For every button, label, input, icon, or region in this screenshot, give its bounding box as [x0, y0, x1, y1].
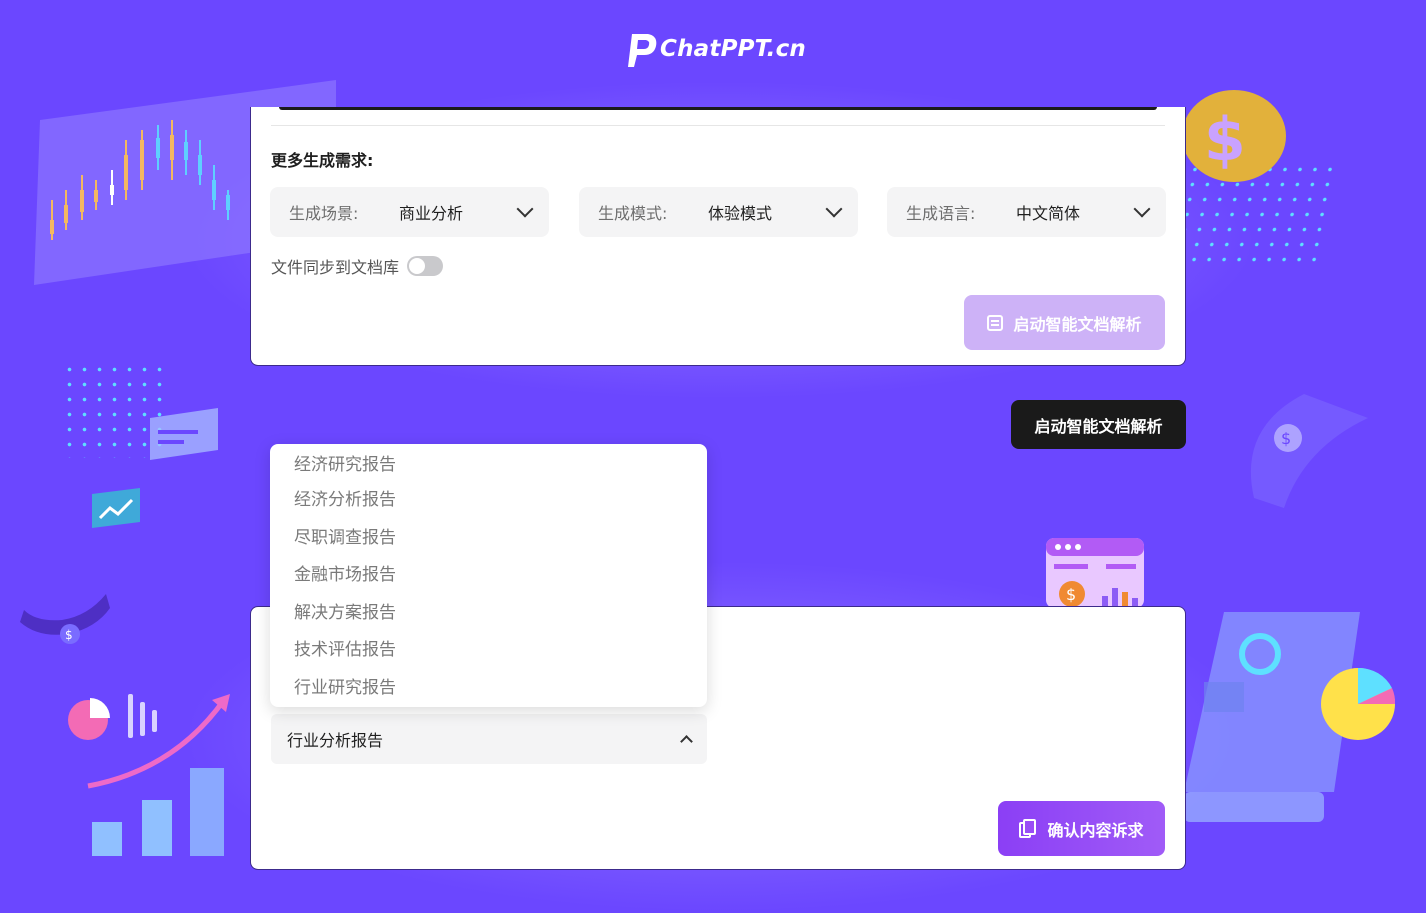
report-type-select[interactable]: 行业分析报告: [271, 714, 707, 764]
dropdown-option[interactable]: 解决方案报告: [270, 595, 707, 633]
start-parse-tooltip: 启动智能文档解析: [1011, 400, 1186, 449]
language-select[interactable]: 生成语言: 中文简体: [887, 187, 1166, 237]
mode-select-label: 生成模式:: [598, 204, 668, 223]
svg-text:$: $: [1204, 105, 1246, 175]
chevron-down-icon: [516, 200, 534, 218]
mode-select-value: 体验模式: [708, 204, 773, 223]
money-bill-right-icon: $: [1244, 388, 1372, 516]
language-select-label: 生成语言:: [906, 204, 976, 223]
sync-row: 文件同步到文档库: [271, 254, 444, 278]
svg-text:$: $: [1066, 585, 1076, 604]
svg-text:$: $: [65, 628, 73, 642]
pie-chart-icon-right: [1320, 664, 1398, 740]
dropdown-option[interactable]: 行业研究报告: [270, 670, 707, 708]
dropdown-option[interactable]: 经济研究报告: [270, 446, 707, 482]
chatppt-logo: ChatPPT.cn: [626, 28, 806, 70]
coin-icon: $: [1178, 88, 1288, 188]
sync-label: 文件同步到文档库: [271, 258, 400, 277]
settings-card: 更多生成需求: 生成场景: 商业分析 生成模式: 体验模式 生成语言: 中文简体…: [250, 107, 1186, 366]
chevron-down-icon: [825, 200, 843, 218]
language-select-value: 中文简体: [1016, 204, 1081, 223]
dropdown-option[interactable]: 尽职调查报告: [270, 520, 707, 558]
confirm-content-button[interactable]: 确认内容诉求: [998, 801, 1165, 856]
scroll-edge: [279, 107, 1157, 110]
document-icon: [987, 314, 1004, 331]
dropdown-option[interactable]: 金融市场报告: [270, 557, 707, 595]
confirm-content-button-label: 确认内容诉求: [1047, 820, 1144, 840]
start-parse-button[interactable]: 启动智能文档解析: [964, 295, 1165, 350]
section-title: 更多生成需求:: [271, 151, 374, 170]
svg-text:$: $: [1281, 429, 1291, 448]
chevron-up-icon: [680, 734, 693, 748]
report-type-dropdown: 经济研究报告 经济分析报告 尽职调查报告 金融市场报告 解决方案报告 技术评估报…: [270, 444, 707, 707]
browser-window-icon: $: [1046, 538, 1152, 608]
card-icon: [148, 408, 220, 460]
divider: [271, 125, 1165, 126]
logo-mark-icon: [626, 30, 658, 68]
scene-select-label: 生成场景:: [289, 204, 359, 223]
logo-text: ChatPPT.cn: [660, 36, 807, 62]
money-bill-left-icon: $: [18, 588, 112, 660]
scene-select[interactable]: 生成场景: 商业分析: [270, 187, 549, 237]
sync-toggle[interactable]: [407, 256, 444, 276]
copy-icon: [1019, 818, 1037, 839]
mode-select[interactable]: 生成模式: 体验模式: [579, 187, 858, 237]
growth-arrow-illustration: [84, 690, 254, 860]
start-parse-button-label: 启动智能文档解析: [1013, 314, 1142, 334]
dropdown-option[interactable]: 技术评估报告: [270, 632, 707, 670]
report-type-select-value: 行业分析报告: [287, 731, 384, 750]
chevron-down-icon: [1133, 200, 1151, 218]
scene-select-value: 商业分析: [399, 204, 464, 223]
dropdown-option[interactable]: 经济分析报告: [270, 482, 707, 520]
trend-icon: [92, 488, 142, 528]
